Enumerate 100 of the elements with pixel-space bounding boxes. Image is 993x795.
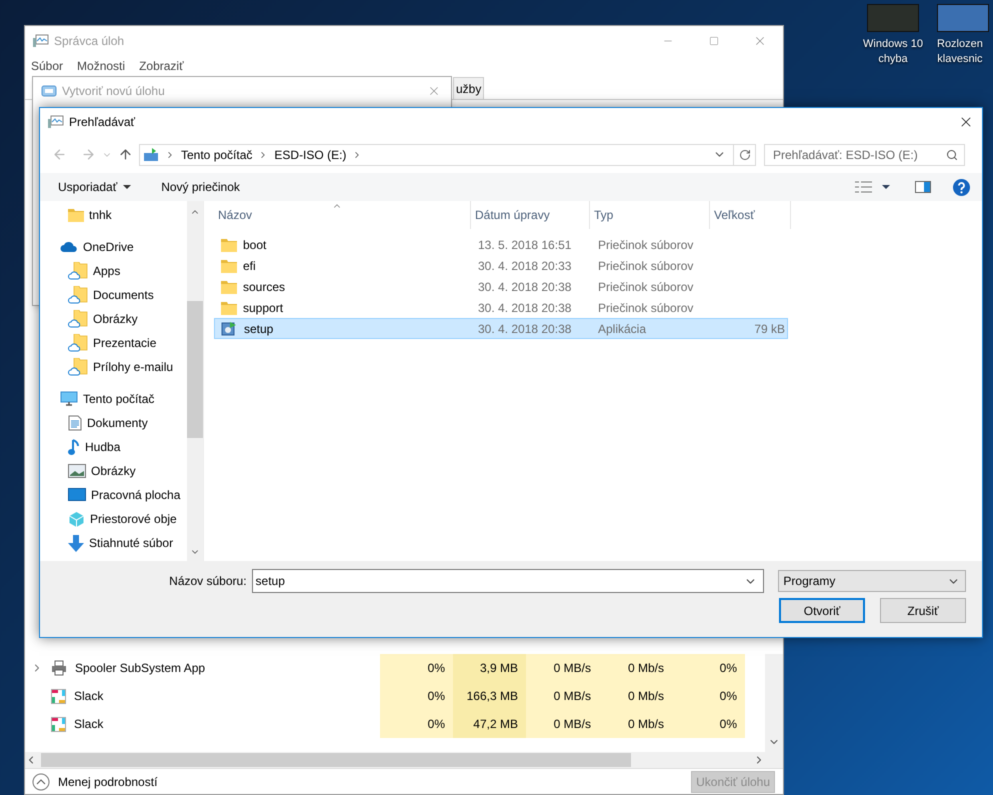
search-input[interactable]: Prehľadávať: ESD-ISO (E:) (773, 146, 946, 164)
metric-cell: 3,9 MB (453, 654, 526, 682)
nav-item[interactable]: Tento počítač (40, 387, 187, 411)
folder-icon (221, 280, 237, 294)
file-row[interactable]: boot 13. 5. 2018 16:51 Priečinok súborov (214, 234, 788, 255)
organize-menu-button[interactable]: Usporiadať (58, 178, 132, 196)
drive-icon (143, 148, 159, 162)
tab[interactable]: užby (453, 77, 484, 99)
shortcut-label: Windows 10 (863, 37, 923, 52)
new-folder-button[interactable]: Nový priečinok (161, 178, 240, 196)
column-header[interactable]: Dátum úpravy (471, 201, 590, 229)
file-name: sources (243, 278, 286, 296)
file-type: Aplikácia (597, 320, 648, 338)
dropdown-triangle-icon[interactable] (882, 185, 890, 189)
metric-cell: 0 MB/s (526, 710, 599, 738)
app-icon (51, 688, 66, 704)
folder-icon (68, 208, 84, 222)
cloud-icon (60, 241, 78, 253)
breadcrumb-item[interactable]: Tento počítač (181, 146, 252, 164)
maximize-icon (709, 36, 719, 46)
nav-item[interactable]: tnhk (40, 203, 187, 227)
file-row[interactable]: sources 30. 4. 2018 20:38 Priečinok súborov (214, 276, 788, 297)
nav-item[interactable]: Obrázky (40, 307, 187, 331)
nav-item[interactable]: Stiahnuté súbor (40, 531, 187, 555)
breadcrumb-item[interactable]: ESD-ISO (E:) (274, 146, 346, 164)
file-date: 30. 4. 2018 20:38 (477, 320, 572, 338)
nav-item[interactable]: Prílohy e-mailu (40, 355, 187, 379)
shortcut-label: klavesnic (937, 52, 983, 67)
printer-icon (51, 660, 67, 676)
desktop-icon (68, 488, 86, 502)
refresh-icon[interactable] (738, 148, 750, 160)
process-name: Slack (74, 688, 104, 705)
nav-item[interactable]: OneDrive (40, 235, 187, 259)
nav-item[interactable]: Hudba (40, 435, 187, 459)
menu-item[interactable]: Zobraziť (139, 57, 184, 75)
view-list-icon[interactable] (855, 181, 872, 193)
preview-pane-icon[interactable] (915, 181, 931, 193)
filename-field[interactable]: setup (252, 569, 764, 593)
metric-cell: 0% (380, 710, 453, 738)
address-bar[interactable]: Tento počítač ESD-ISO (E:) (139, 144, 756, 166)
metric-cell: 47,2 MB (453, 710, 526, 738)
thumbnail-image (937, 4, 989, 32)
cube-icon (68, 510, 85, 528)
desktop-shortcut[interactable]: Windows 10 chyba (853, 4, 933, 67)
nav-item[interactable]: Priestorové obje (40, 507, 187, 531)
process-name: Spooler SubSystem App (75, 660, 206, 677)
nav-item[interactable]: Pracovná plocha (40, 483, 187, 507)
run-icon (41, 85, 57, 97)
help-icon[interactable] (953, 178, 970, 196)
dropdown-triangle-icon (123, 185, 132, 189)
horizontal-scrollbar[interactable] (25, 752, 765, 768)
search-icon[interactable] (946, 148, 958, 160)
file-name: support (243, 300, 284, 316)
vertical-scrollbar[interactable] (187, 201, 203, 561)
folder-icon (221, 258, 237, 272)
dialog-button[interactable]: Zrušiť (880, 598, 966, 623)
download-arrow-icon (68, 534, 84, 552)
picture-icon (68, 464, 86, 478)
file-date: 30. 4. 2018 20:38 (477, 278, 572, 296)
nav-item[interactable]: Documents (40, 283, 187, 307)
metric-cell: 0 MB/s (526, 654, 599, 682)
fewer-details-link[interactable]: Menej podrobností (58, 772, 158, 790)
column-header[interactable]: Veľkosť (710, 201, 791, 229)
menu-item[interactable]: Súbor (31, 57, 64, 75)
search-field[interactable]: Prehľadávať: ESD-ISO (E:) (764, 144, 965, 166)
nav-item[interactable]: Apps (40, 259, 187, 283)
nav-item[interactable]: Obrázky (40, 459, 187, 483)
metric-cell: 0 MB/s (526, 682, 599, 710)
cloud-folder-icon (68, 310, 88, 328)
shortcut-label: chyba (878, 52, 908, 67)
menu-item[interactable]: Možnosti (77, 57, 126, 75)
filename-label: Názov súboru: (168, 573, 247, 590)
nav-item[interactable]: Prezentacie (40, 331, 187, 355)
collapse-circle-icon[interactable] (32, 772, 50, 790)
file-name: efi (243, 258, 256, 274)
file-name: setup (244, 320, 274, 338)
dialog-button[interactable]: Otvoriť (779, 598, 865, 623)
column-header[interactable]: Typ (590, 201, 710, 229)
metric-cell: 0 Mb/s (599, 654, 672, 682)
file-date: 30. 4. 2018 20:33 (477, 258, 572, 274)
file-row[interactable]: efi 30. 4. 2018 20:33 Priečinok súborov (214, 255, 788, 276)
column-header[interactable]: Názov (214, 201, 471, 229)
vertical-scrollbar[interactable] (765, 654, 783, 768)
document-icon (68, 415, 82, 431)
file-row[interactable]: setup 30. 4. 2018 20:38 Aplikácia 79 kB (214, 318, 788, 339)
metric-cell: 0% (672, 682, 745, 710)
installer-icon (221, 320, 238, 336)
metric-cell: 0% (672, 710, 745, 738)
desktop-shortcut[interactable]: Rozlozen klavesnic (937, 4, 993, 67)
monitor-chart-icon (48, 115, 64, 129)
file-size: 79 kB (753, 320, 786, 338)
nav-item[interactable]: Dokumenty (40, 411, 187, 435)
file-type-dropdown[interactable]: Programy (778, 570, 966, 592)
file-row[interactable]: support 30. 4. 2018 20:38 Priečinok súborov (214, 297, 788, 318)
cloud-folder-icon (68, 286, 88, 304)
filename-input[interactable]: setup (256, 572, 744, 590)
thumbnail-image (867, 4, 919, 32)
metric-cell: 0% (380, 654, 453, 682)
dialog-title: Vytvoriť novú úlohu (62, 83, 165, 100)
folder-icon (221, 238, 237, 252)
